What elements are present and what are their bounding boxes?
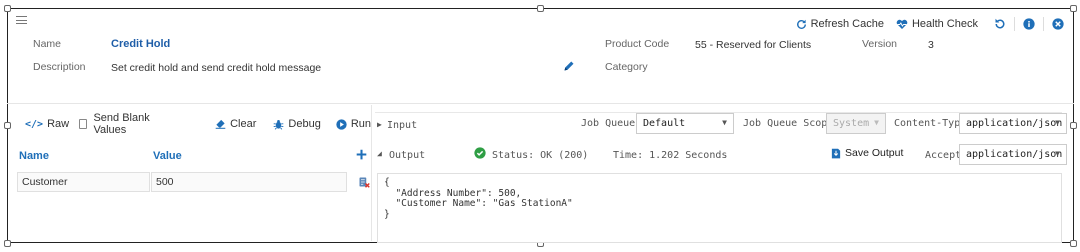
job-info-section: Name Credit Hold Description Set credit … bbox=[31, 38, 1064, 84]
header-toolbar: Refresh Cache Health Check bbox=[796, 17, 1064, 31]
health-check-button[interactable]: Health Check bbox=[896, 18, 978, 30]
check-circle-icon bbox=[474, 147, 486, 159]
refresh-icon bbox=[796, 19, 806, 29]
product-code-value: 55 - Reserved for Clients bbox=[695, 39, 812, 51]
run-button[interactable]: Run bbox=[336, 118, 371, 130]
panel-divider bbox=[371, 105, 372, 241]
param-name-cell[interactable]: Customer bbox=[17, 172, 150, 192]
output-row: ◢ Output Status: OK (200) Time: 1.202 Se… bbox=[375, 144, 1067, 169]
input-label[interactable]: Input bbox=[387, 120, 417, 131]
edit-pencil-icon[interactable] bbox=[563, 60, 575, 72]
accept-select[interactable]: application/json ▼ bbox=[959, 144, 1067, 165]
job-queue-label: Job Queue bbox=[581, 118, 636, 129]
parameters-panel: </> Raw Send Blank Values Clear Debug Ru… bbox=[17, 105, 371, 241]
job-queue-value: Default bbox=[643, 118, 686, 129]
job-queue-select[interactable]: Default ▼ bbox=[636, 113, 734, 134]
debug-button[interactable]: Debug bbox=[273, 118, 321, 130]
description-value: Set credit hold and send credit hold mes… bbox=[111, 62, 322, 74]
expand-input-icon[interactable]: ▶ bbox=[377, 120, 382, 129]
refresh-cache-label: Refresh Cache bbox=[810, 18, 884, 30]
accept-value: application/json bbox=[966, 149, 1063, 160]
info-icon[interactable] bbox=[1023, 18, 1035, 30]
column-header-name: Name bbox=[19, 150, 49, 162]
save-output-label: Save Output bbox=[845, 147, 904, 159]
debug-label: Debug bbox=[288, 118, 321, 130]
toolbar-divider bbox=[1014, 17, 1015, 31]
health-check-label: Health Check bbox=[911, 18, 978, 30]
time-text: Time: 1.202 Seconds bbox=[613, 150, 728, 161]
raw-button[interactable]: </> Raw bbox=[25, 118, 69, 130]
save-output-button[interactable]: Save Output bbox=[831, 147, 903, 159]
name-label: Name bbox=[33, 38, 62, 50]
table-row: Customer 500 bbox=[17, 172, 371, 192]
param-value-cell[interactable]: 500 bbox=[151, 172, 347, 192]
section-divider bbox=[7, 103, 1074, 104]
input-row: ▶ Input Job Queue Default ▼ Job Queue Sc… bbox=[375, 112, 1067, 139]
output-label[interactable]: Output bbox=[389, 150, 425, 161]
add-row-icon[interactable] bbox=[356, 149, 367, 160]
clear-button[interactable]: Clear bbox=[215, 118, 256, 130]
name-value: Credit Hold bbox=[111, 38, 171, 50]
job-queue-scope-value: System bbox=[833, 118, 870, 129]
app-body: Refresh Cache Health Check Name Credit H… bbox=[7, 8, 1074, 243]
send-blank-values-label: Send Blank Values bbox=[93, 112, 150, 136]
column-header-value: Value bbox=[153, 150, 182, 162]
bug-icon bbox=[274, 119, 284, 130]
product-code-label: Product Code bbox=[605, 38, 670, 50]
chevron-down-icon: ▼ bbox=[1055, 149, 1060, 158]
content-type-label: Content-Type bbox=[894, 118, 967, 129]
code-icon: </> bbox=[25, 118, 44, 130]
heart-pulse-icon bbox=[896, 19, 908, 29]
content-type-select[interactable]: application/json ▼ bbox=[959, 113, 1067, 134]
clear-label: Clear bbox=[230, 118, 257, 130]
delete-row-icon[interactable] bbox=[358, 176, 370, 188]
job-queue-scope-select: System ▼ bbox=[826, 113, 886, 134]
refresh-cache-button[interactable]: Refresh Cache bbox=[796, 18, 884, 30]
job-queue-scope-label: Job Queue Scope bbox=[743, 118, 834, 129]
version-label: Version bbox=[862, 38, 898, 50]
checkbox-box[interactable] bbox=[79, 119, 88, 129]
parameters-toolbar: </> Raw Send Blank Values Clear Debug Ru… bbox=[17, 112, 371, 136]
input-output-panel: ▶ Input Job Queue Default ▼ Job Queue Sc… bbox=[375, 105, 1067, 243]
send-blank-values-checkbox[interactable]: Send Blank Values bbox=[79, 112, 167, 136]
save-icon bbox=[831, 148, 841, 158]
toolbar-divider bbox=[1043, 17, 1044, 31]
close-icon[interactable] bbox=[1052, 18, 1064, 30]
content-type-value: application/json bbox=[966, 118, 1063, 129]
category-label: Category bbox=[605, 61, 648, 73]
chevron-down-icon: ▼ bbox=[874, 118, 879, 127]
chevron-down-icon: ▼ bbox=[1055, 118, 1060, 127]
run-label: Run bbox=[350, 118, 371, 130]
undo-icon[interactable] bbox=[994, 18, 1006, 30]
hamburger-menu-icon[interactable] bbox=[16, 16, 27, 24]
eraser-icon bbox=[215, 119, 226, 129]
chevron-down-icon: ▼ bbox=[722, 118, 727, 127]
output-json-viewer[interactable]: { "Address Number": 500, "Customer Name"… bbox=[377, 173, 1062, 243]
raw-label: Raw bbox=[47, 118, 70, 130]
collapse-output-icon[interactable]: ◢ bbox=[377, 149, 382, 158]
parameters-grid-header: Name Value bbox=[17, 149, 371, 168]
version-value: 3 bbox=[928, 39, 934, 51]
accept-label: Accept bbox=[925, 150, 962, 161]
description-label: Description bbox=[33, 61, 86, 73]
status-text: Status: OK (200) bbox=[492, 150, 589, 161]
play-circle-icon bbox=[336, 118, 347, 130]
